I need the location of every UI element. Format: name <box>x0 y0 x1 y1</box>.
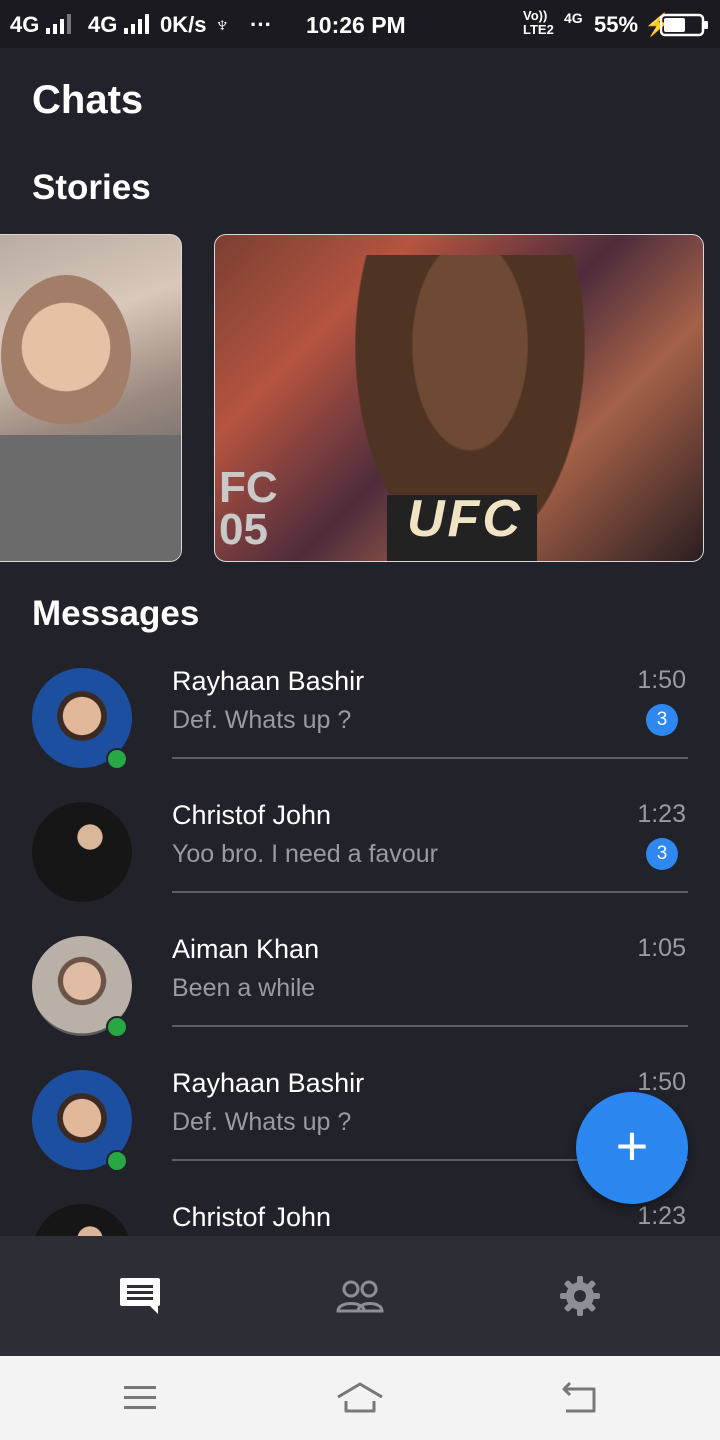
ufc-logo-text: UFC <box>407 490 523 548</box>
volte-bottom-label: LTE2 <box>523 22 554 37</box>
chat-item[interactable]: Rayhaan Bashir Def. Whats up ? 1:50 3 <box>0 660 720 794</box>
chat-time: 1:05 <box>637 934 686 962</box>
contacts-icon <box>336 1280 384 1313</box>
chat-name: Christof John <box>172 1202 332 1232</box>
system-menu-button[interactable] <box>20 1356 260 1440</box>
chat-name: Rayhaan Bashir <box>172 666 365 696</box>
chat-name: Aiman Khan <box>172 934 320 964</box>
chat-name: Rayhaan Bashir <box>172 1068 365 1098</box>
divider <box>172 757 688 759</box>
chat-item[interactable]: Christof John Yoo bro. I need a favour 1… <box>0 794 720 928</box>
nav-chats[interactable] <box>20 1236 260 1356</box>
back-icon <box>562 1381 596 1413</box>
divider <box>172 891 688 893</box>
chat-preview: Def. Whats up ? <box>172 706 352 734</box>
menu-icon <box>124 1386 156 1409</box>
system-home-button[interactable] <box>240 1356 480 1440</box>
volte-top-label: Vo)) <box>523 8 548 23</box>
usb-icon: ♆ <box>214 12 231 37</box>
network-type-label: 4G <box>564 10 583 26</box>
settings-gear-icon <box>560 1276 600 1316</box>
chats-icon <box>120 1278 160 1314</box>
avatar <box>32 1204 132 1236</box>
status-time: 10:26 PM <box>306 12 406 38</box>
volte-indicator: Vo)) LTE2 <box>523 9 554 37</box>
chat-item[interactable]: Christof John 1:23 <box>0 1196 720 1236</box>
online-indicator <box>106 748 128 770</box>
new-chat-button[interactable]: + <box>576 1092 688 1204</box>
chat-name: Christof John <box>172 800 332 830</box>
page-title: Chats <box>32 78 144 122</box>
plus-icon: + <box>615 1114 649 1177</box>
more-notifications-icon: ··· <box>250 12 272 37</box>
signal-2-label: 4G <box>88 12 118 37</box>
stories-heading: Stories <box>32 168 151 207</box>
signal-1-label: 4G <box>10 12 40 37</box>
chat-preview: Been a while <box>172 974 316 1002</box>
story-portrait-image <box>1 275 131 435</box>
unread-badge: 3 <box>646 704 678 736</box>
home-icon <box>337 1382 383 1413</box>
avatar <box>32 802 132 902</box>
system-nav-bar <box>0 1356 720 1440</box>
bottom-nav <box>0 1236 720 1356</box>
chat-time: 1:23 <box>637 1202 686 1230</box>
online-indicator <box>106 1150 128 1172</box>
signal-2-icon <box>122 12 154 42</box>
story-portrait-shirt <box>0 435 181 561</box>
unread-badge: 3 <box>646 838 678 870</box>
system-back-button[interactable] <box>460 1356 700 1440</box>
nav-contacts[interactable] <box>240 1236 480 1356</box>
chat-time: 1:23 <box>637 800 686 828</box>
status-bar: 4G 4G 0K/s ♆ ··· 10:26 PM Vo)) LTE2 4G 5… <box>0 0 720 48</box>
story-card-2[interactable]: UFC FC 05 <box>214 234 704 562</box>
chat-preview: Yoo bro. I need a favour <box>172 840 438 868</box>
nav-settings[interactable] <box>460 1236 700 1356</box>
battery-percent: 55% <box>594 12 639 37</box>
signal-1-icon <box>44 12 76 42</box>
chat-time: 1:50 <box>637 666 686 694</box>
chat-preview: Def. Whats up ? <box>172 1108 352 1136</box>
online-indicator <box>106 1016 128 1038</box>
divider <box>172 1025 688 1027</box>
chat-item[interactable]: Aiman Khan Been a while 1:05 <box>0 928 720 1062</box>
fc-side-text: FC 05 <box>219 466 278 554</box>
network-speed: 0K/s <box>160 12 207 37</box>
battery-icon <box>659 13 710 43</box>
story-card-1[interactable] <box>0 234 182 562</box>
messages-heading: Messages <box>32 594 200 633</box>
fc-side-line-2: 05 <box>219 505 268 554</box>
